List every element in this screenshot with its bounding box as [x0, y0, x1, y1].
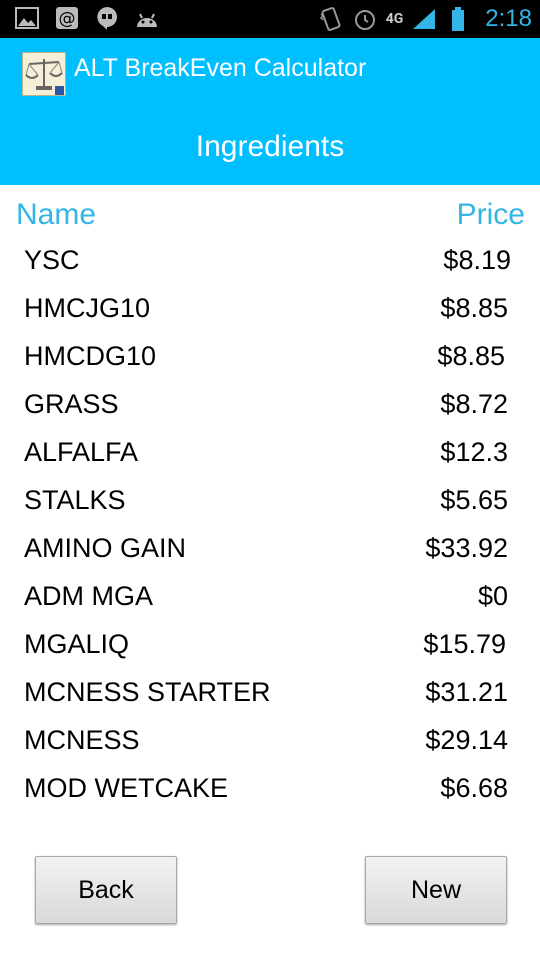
ingredient-name: ADM MGA	[24, 581, 154, 611]
app-header: ALT BreakEven Calculator Ingredients	[0, 38, 540, 185]
system-icons: 4G 2:18	[318, 0, 532, 38]
vibrate-icon	[318, 7, 344, 31]
list-item[interactable]: ALFALFA $12.3	[0, 431, 540, 479]
network-type: 4G	[385, 11, 404, 27]
ingredient-name: MOD WETCAKE	[24, 773, 229, 803]
ingredient-price: $8.72	[440, 389, 508, 419]
ingredient-price: $15.79	[423, 629, 506, 659]
column-header-price: Price	[456, 198, 525, 231]
ingredient-name: MCNESS	[24, 725, 140, 755]
list-item[interactable]: MOD WETCAKE $6.68	[0, 767, 540, 815]
app-title: ALT BreakEven Calculator	[74, 54, 367, 82]
ingredient-name: MGALIQ	[24, 629, 130, 659]
clock: 2:18	[485, 5, 532, 32]
ingredient-name: HMCJG10	[24, 293, 151, 323]
battery-icon	[445, 7, 471, 31]
ingredient-price: $5.65	[440, 485, 508, 515]
list-item[interactable]: MGALIQ $15.79	[0, 623, 540, 671]
ingredient-name: ALFALFA	[24, 437, 139, 467]
ingredient-name: HMCDG10	[24, 341, 157, 371]
ingredient-price: $0	[477, 581, 508, 611]
svg-text:@: @	[59, 9, 76, 29]
back-button[interactable]: Back	[35, 856, 177, 924]
list-item[interactable]: ADM MGA $0	[0, 575, 540, 623]
ingredient-price: $6.68	[440, 773, 508, 803]
ingredient-price: $8.85	[440, 293, 508, 323]
list-item[interactable]: AMINO GAIN $33.92	[0, 527, 540, 575]
ingredient-price: $8.19	[443, 245, 511, 275]
ingredient-price: $33.92	[425, 533, 508, 563]
android-icon	[134, 6, 160, 30]
new-button[interactable]: New	[365, 856, 507, 924]
ingredient-price: $31.21	[425, 677, 508, 707]
alarm-icon	[352, 7, 378, 31]
ingredient-name: GRASS	[24, 389, 119, 419]
ingredient-price: $29.14	[425, 725, 508, 755]
column-header-name: Name	[16, 198, 97, 231]
list-item[interactable]: MCNESS $29.14	[0, 719, 540, 767]
ingredient-price: $12.3	[440, 437, 508, 467]
list-item[interactable]: STALKS $5.65	[0, 479, 540, 527]
ingredient-name: AMINO GAIN	[24, 533, 187, 563]
list-item[interactable]: HMCJG10 $8.85	[0, 287, 540, 335]
ingredient-name: YSC	[24, 245, 80, 275]
ingredient-list: YSC $8.19 HMCJG10 $8.85 HMCDG10 $8.85 GR…	[0, 239, 540, 815]
ingredient-name: MCNESS STARTER	[24, 677, 271, 707]
image-icon	[14, 6, 40, 30]
ingredient-name: STALKS	[24, 485, 126, 515]
notification-icons: @	[14, 6, 160, 30]
status-bar: @ 4G 2:18	[0, 0, 540, 38]
hangouts-icon	[94, 6, 120, 30]
ingredient-price: $8.85	[437, 341, 505, 371]
screen-title: Ingredients	[195, 130, 345, 163]
list-item[interactable]: MCNESS STARTER $31.21	[0, 671, 540, 719]
list-item[interactable]: YSC $8.19	[0, 239, 540, 287]
at-icon: @	[54, 6, 80, 30]
list-item[interactable]: GRASS $8.72	[0, 383, 540, 431]
app-logo-icon	[22, 52, 66, 96]
signal-icon	[411, 7, 437, 31]
list-item[interactable]: HMCDG10 $8.85	[0, 335, 540, 383]
